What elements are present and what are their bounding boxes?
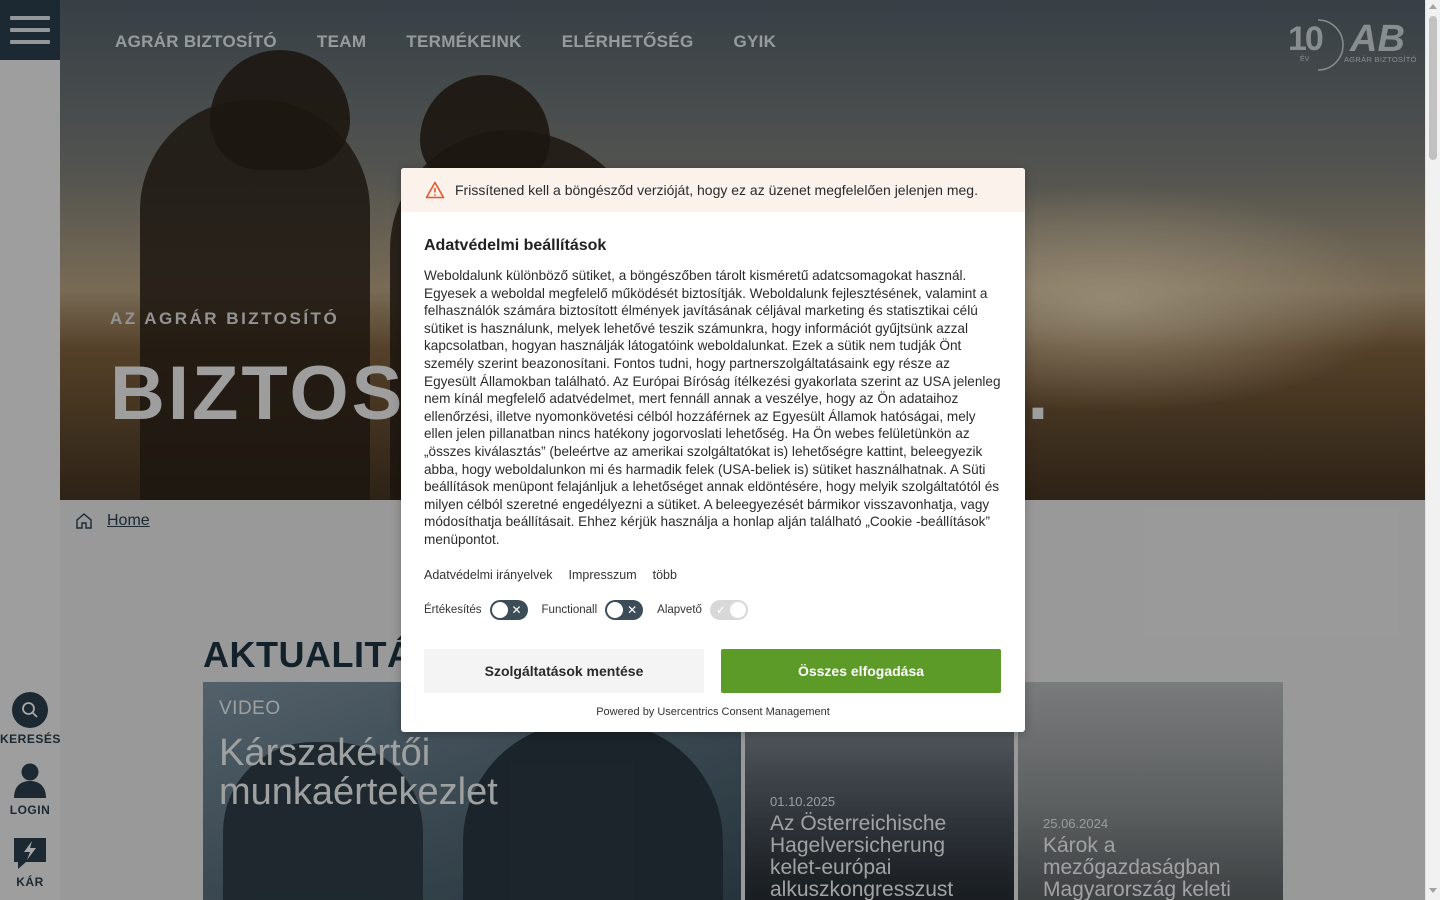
consent-links: Adatvédelmi irányelvek Impresszum több xyxy=(424,568,677,582)
consent-title: Adatvédelmi beállítások xyxy=(424,237,607,254)
toggle-group-functional: Functionall ✕ xyxy=(542,600,644,620)
toggle-group-essential: Alapvető ✓ xyxy=(657,600,748,620)
browser-warning-text: Frissítened kell a böngésződ verzióját, … xyxy=(455,182,978,198)
privacy-policy-link[interactable]: Adatvédelmi irányelvek xyxy=(424,568,553,582)
scroll-down-arrow[interactable] xyxy=(1429,888,1437,893)
close-icon: ✕ xyxy=(627,603,638,617)
scroll-up-arrow[interactable] xyxy=(1429,4,1437,9)
page-scrollbar[interactable] xyxy=(1425,0,1440,900)
essential-toggle: ✓ xyxy=(709,600,748,620)
check-icon: ✓ xyxy=(715,603,726,617)
toggle-label: Alapvető xyxy=(657,604,702,616)
save-services-button[interactable]: Szolgáltatások mentése xyxy=(424,649,704,693)
more-link[interactable]: több xyxy=(653,568,677,582)
functional-toggle[interactable]: ✕ xyxy=(605,600,644,620)
impressum-link[interactable]: Impresszum xyxy=(569,568,637,582)
scroll-thumb[interactable] xyxy=(1429,16,1437,160)
toggle-label: Értékesítés xyxy=(424,604,482,616)
marketing-toggle[interactable]: ✕ xyxy=(489,600,528,620)
consent-toggles: Értékesítés ✕ Functionall ✕ Alapvető ✓ xyxy=(424,600,748,620)
powered-by-link[interactable]: Powered by Usercentrics Consent Manageme… xyxy=(401,706,1025,718)
accept-all-button[interactable]: Összes elfogadása xyxy=(721,649,1001,693)
warning-icon xyxy=(425,181,445,199)
close-icon: ✕ xyxy=(511,603,522,617)
browser-warning-bar: Frissítened kell a böngésződ verzióját, … xyxy=(401,168,1025,212)
toggle-group-marketing: Értékesítés ✕ xyxy=(424,600,528,620)
consent-dialog: Frissítened kell a böngésződ verzióját, … xyxy=(401,168,1025,732)
toggle-label: Functionall xyxy=(541,604,598,616)
consent-body: Weboldalunk különböző sütiket, a böngész… xyxy=(424,268,1001,547)
